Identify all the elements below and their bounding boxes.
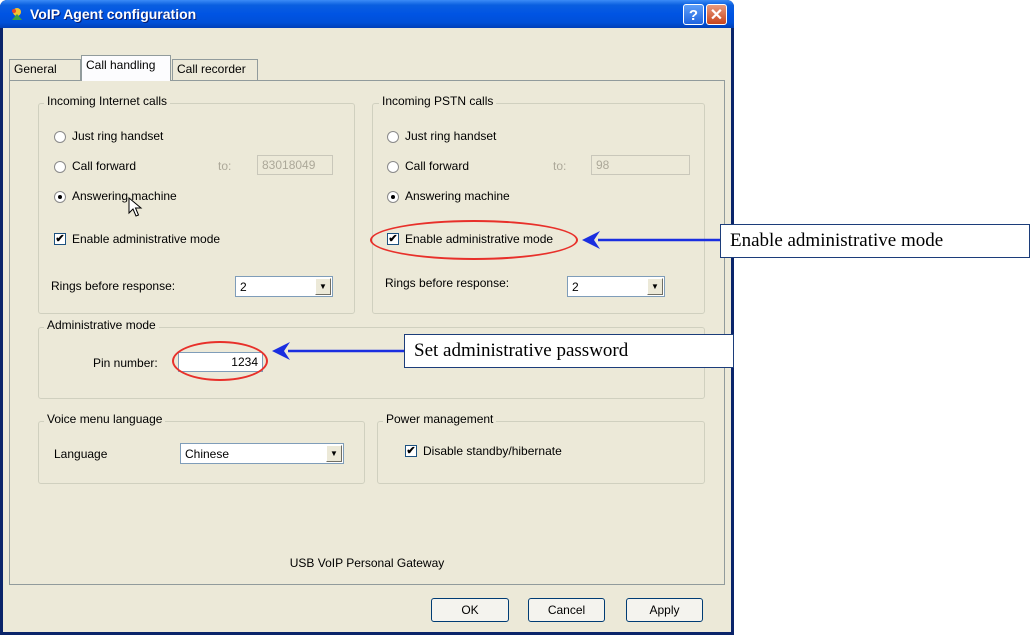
admin-mode-callout: Enable administrative mode (720, 224, 1030, 258)
content-layer: Incoming Internet calls Just ring handse… (0, 0, 1036, 635)
arrow-to-pin (272, 342, 404, 360)
arrow-to-admin-mode (582, 231, 720, 249)
annotation-arrows (272, 231, 720, 360)
password-callout: Set administrative password (404, 334, 734, 368)
